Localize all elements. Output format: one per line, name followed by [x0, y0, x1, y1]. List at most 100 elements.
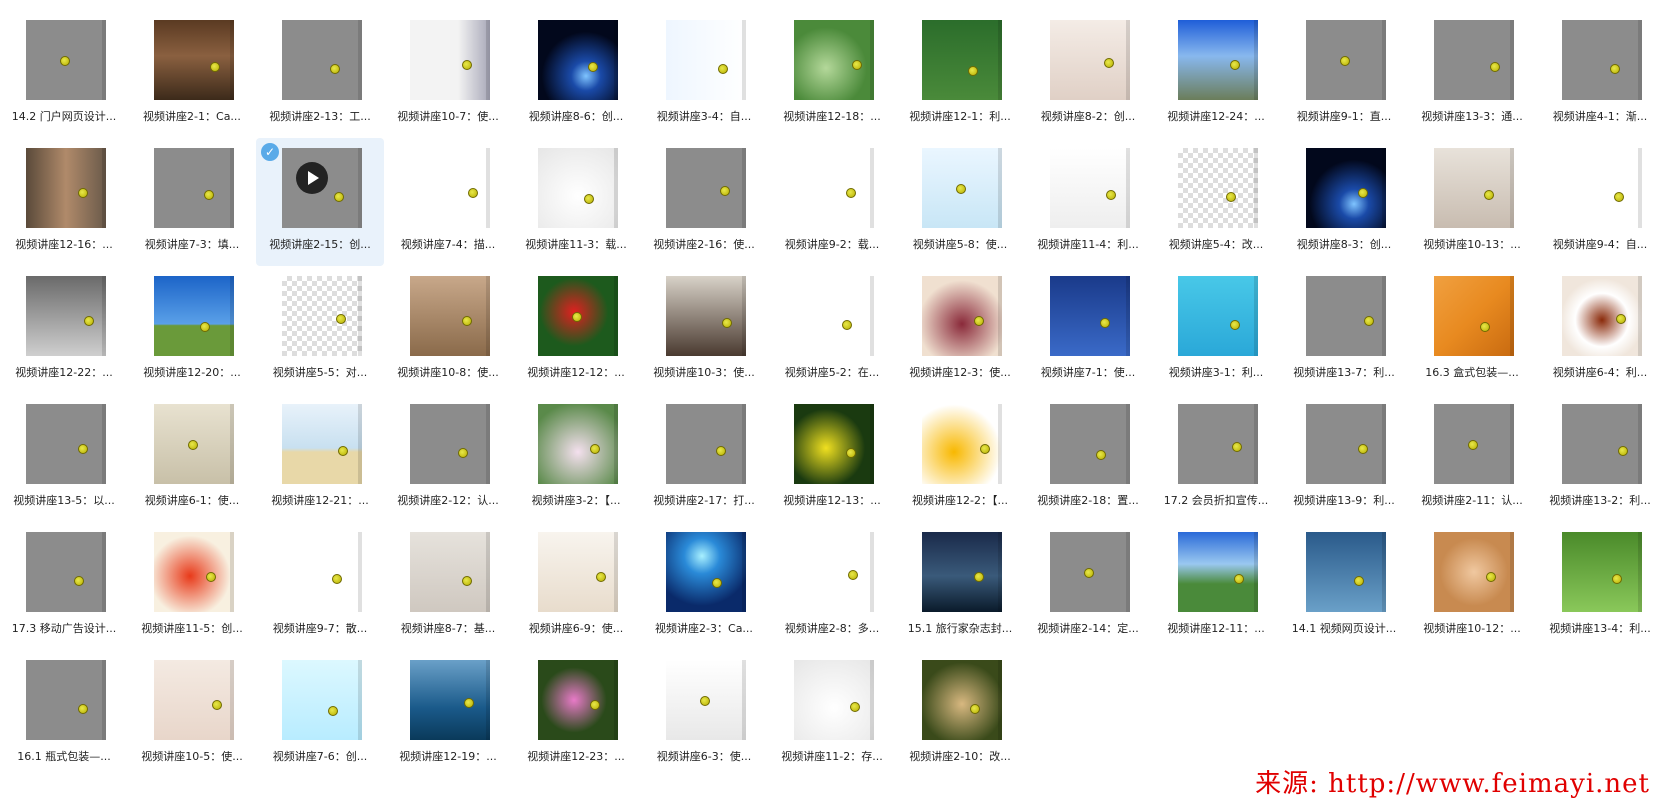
thumbnail-label: 视频讲座12-20：... [143, 366, 241, 379]
thumbnail-item[interactable]: 视频讲座2-13：工... [256, 10, 384, 138]
thumbnail-item[interactable]: 视频讲座6-4：利... [1536, 266, 1660, 394]
thumbnail-item[interactable]: 视频讲座9-1：直... [1280, 10, 1408, 138]
thumbnail-item[interactable]: ✓ 视频讲座2-15：创... [256, 138, 384, 266]
thumbnail-item[interactable]: 17.3 移动广告设计... [0, 522, 128, 650]
thumbnail-item[interactable]: 视频讲座12-22：... [0, 266, 128, 394]
thumbnail-item[interactable]: 视频讲座2-10：改... [896, 650, 1024, 778]
night-lake-photo-icon [922, 532, 1002, 612]
marker-dot-icon [458, 448, 468, 458]
checkmark-icon[interactable]: ✓ [261, 143, 279, 161]
thumbnail-item[interactable]: 视频讲座11-3：载... [512, 138, 640, 266]
thumbnail-item[interactable]: 视频讲座10-3：使... [640, 266, 768, 394]
thumbnail-label: 视频讲座13-2：利... [1549, 494, 1651, 507]
thumbnail-label: 视频讲座11-3：载... [525, 238, 627, 251]
thumbnail-item[interactable]: 16.1 瓶式包装—... [0, 650, 128, 778]
thumbnail-item[interactable]: 视频讲座12-19：... [384, 650, 512, 778]
thumbnail-item[interactable]: 视频讲座10-7：使... [384, 10, 512, 138]
cat-pillow-photo-icon [1050, 20, 1130, 100]
thumbnail-item[interactable]: 视频讲座8-6：创... [512, 10, 640, 138]
play-icon[interactable] [296, 162, 328, 194]
thumbnail-item[interactable]: 视频讲座13-2：利... [1536, 394, 1660, 522]
thumbnail-item[interactable]: 视频讲座6-1：使... [128, 394, 256, 522]
thumbnail-item[interactable]: 视频讲座5-4：改... [1152, 138, 1280, 266]
thumbnail-item[interactable]: 视频讲座12-13：... [768, 394, 896, 522]
thumbnail-item[interactable]: 视频讲座2-12：认... [384, 394, 512, 522]
marker-dot-icon [78, 444, 88, 454]
thumbnail-item[interactable]: 视频讲座2-18：置... [1024, 394, 1152, 522]
marker-dot-icon [842, 320, 852, 330]
thumbnail-item[interactable]: 视频讲座12-24：... [1152, 10, 1280, 138]
thumbnail-item[interactable]: 视频讲座5-5：对... [256, 266, 384, 394]
marker-dot-icon [590, 700, 600, 710]
thumbnail-item[interactable]: 16.3 盒式包装—... [1408, 266, 1536, 394]
thumbnail-item[interactable]: 视频讲座13-5：以... [0, 394, 128, 522]
thumbnail-item[interactable]: 视频讲座7-4：描... [384, 138, 512, 266]
marker-dot-icon [1226, 192, 1236, 202]
thumbnail-item[interactable]: 视频讲座3-4：自... [640, 10, 768, 138]
thumbnail-item[interactable]: 视频讲座12-12：... [512, 266, 640, 394]
thumbnail-item[interactable]: 视频讲座10-8：使... [384, 266, 512, 394]
thumbnail-item[interactable]: 视频讲座11-2：存... [768, 650, 896, 778]
thumbnail-item[interactable]: 视频讲座2-17：打... [640, 394, 768, 522]
thumbnail-item[interactable]: 视频讲座12-20：... [128, 266, 256, 394]
thumbnail-item[interactable]: 14.2 门户网页设计... [0, 10, 128, 138]
thumbnail-item[interactable]: 视频讲座2-16：使... [640, 138, 768, 266]
thumbnail-label: 15.1 旅行家杂志封... [907, 622, 1013, 635]
thumbnail-item[interactable]: 视频讲座2-3：Ca... [640, 522, 768, 650]
thumbnail-item[interactable]: 视频讲座12-11：... [1152, 522, 1280, 650]
thumbnail-item[interactable]: 视频讲座2-8：多... [768, 522, 896, 650]
thumbnail-item[interactable]: 视频讲座12-3：使... [896, 266, 1024, 394]
thumbnail-item[interactable]: 视频讲座4-1：渐... [1536, 10, 1660, 138]
thumbnail-item[interactable]: 视频讲座12-23：... [512, 650, 640, 778]
thumbnail-item[interactable]: 视频讲座11-4：利... [1024, 138, 1152, 266]
thumbnail-item[interactable]: 视频讲座12-2：【... [896, 394, 1024, 522]
thumbnail-item[interactable]: 视频讲座7-6：创... [256, 650, 384, 778]
thumbnail-item[interactable]: 视频讲座6-3：使... [640, 650, 768, 778]
thumbnail-item[interactable]: 视频讲座9-7：散... [256, 522, 384, 650]
thumbnail-item[interactable]: 视频讲座2-14：定... [1024, 522, 1152, 650]
thumbnail-item[interactable]: 视频讲座13-4：利... [1536, 522, 1660, 650]
pepper-fork-photo-icon [794, 660, 874, 740]
thumbnail-item[interactable]: 视频讲座6-9：使... [512, 522, 640, 650]
thumbnail-item[interactable]: 视频讲座3-1：利... [1152, 266, 1280, 394]
thumbnail-item[interactable]: 视频讲座5-2：在... [768, 266, 896, 394]
thumbnail-item[interactable]: 视频讲座12-16：... [0, 138, 128, 266]
woman-smiling-photo-icon [538, 532, 618, 612]
marker-dot-icon [718, 64, 728, 74]
thumbnail-item[interactable]: 视频讲座10-13：... [1408, 138, 1536, 266]
thumbnail-item[interactable]: 视频讲座12-1：利... [896, 10, 1024, 138]
thumbnail-item[interactable]: 视频讲座2-1：Ca... [128, 10, 256, 138]
thumbnail-item[interactable]: 视频讲座7-1：使... [1024, 266, 1152, 394]
thumbnail-item[interactable]: 视频讲座12-21：... [256, 394, 384, 522]
handbag-photo-icon [1050, 148, 1130, 228]
thumbnail-item[interactable]: 视频讲座5-8：使... [896, 138, 1024, 266]
marker-dot-icon [1610, 64, 1620, 74]
thumbnail-item[interactable]: 视频讲座8-7：基... [384, 522, 512, 650]
thumbnail-item[interactable]: 视频讲座9-2：载... [768, 138, 896, 266]
thumbnail-item[interactable]: 视频讲座13-7：利... [1280, 266, 1408, 394]
thumbnail-item[interactable]: 视频讲座13-3：通... [1408, 10, 1536, 138]
thumbnail-item[interactable]: 视频讲座3-2：【... [512, 394, 640, 522]
thumbnail-item[interactable]: 视频讲座10-12：... [1408, 522, 1536, 650]
thumbnail-label: 视频讲座8-7：基... [400, 622, 496, 635]
thumbnail-item[interactable]: 视频讲座13-9：利... [1280, 394, 1408, 522]
marker-dot-icon [1084, 568, 1094, 578]
thumbnail-item[interactable]: 视频讲座9-4：自... [1536, 138, 1660, 266]
marker-dot-icon [212, 700, 222, 710]
thumbnail-item[interactable]: 视频讲座11-5：创... [128, 522, 256, 650]
thumbnail-item[interactable]: 视频讲座12-18：... [768, 10, 896, 138]
thumbnail-item[interactable]: 视频讲座8-3：创... [1280, 138, 1408, 266]
leaf-waterdrop-photo-icon [794, 20, 874, 100]
watermark-text: 来源: http://www.feimayi.net [1255, 769, 1650, 799]
thumbnail-item[interactable]: 视频讲座10-5：使... [128, 650, 256, 778]
thumbnail-item[interactable]: 14.1 视频网页设计... [1280, 522, 1408, 650]
marker-dot-icon [1468, 440, 1478, 450]
thumbnail-item[interactable]: 视频讲座8-2：创... [1024, 10, 1152, 138]
thumbnail-label: 视频讲座2-8：多... [784, 622, 880, 635]
thumbnail-item[interactable]: 视频讲座2-11：认... [1408, 394, 1536, 522]
woman-white-shirt-photo-icon [410, 20, 490, 100]
thumbnail-item[interactable]: 15.1 旅行家杂志封... [896, 522, 1024, 650]
thumbnail-item[interactable]: 17.2 会员折扣宣传... [1152, 394, 1280, 522]
thumbnail-item[interactable]: 视频讲座7-3：填... [128, 138, 256, 266]
blue-space-photo-icon [666, 532, 746, 612]
